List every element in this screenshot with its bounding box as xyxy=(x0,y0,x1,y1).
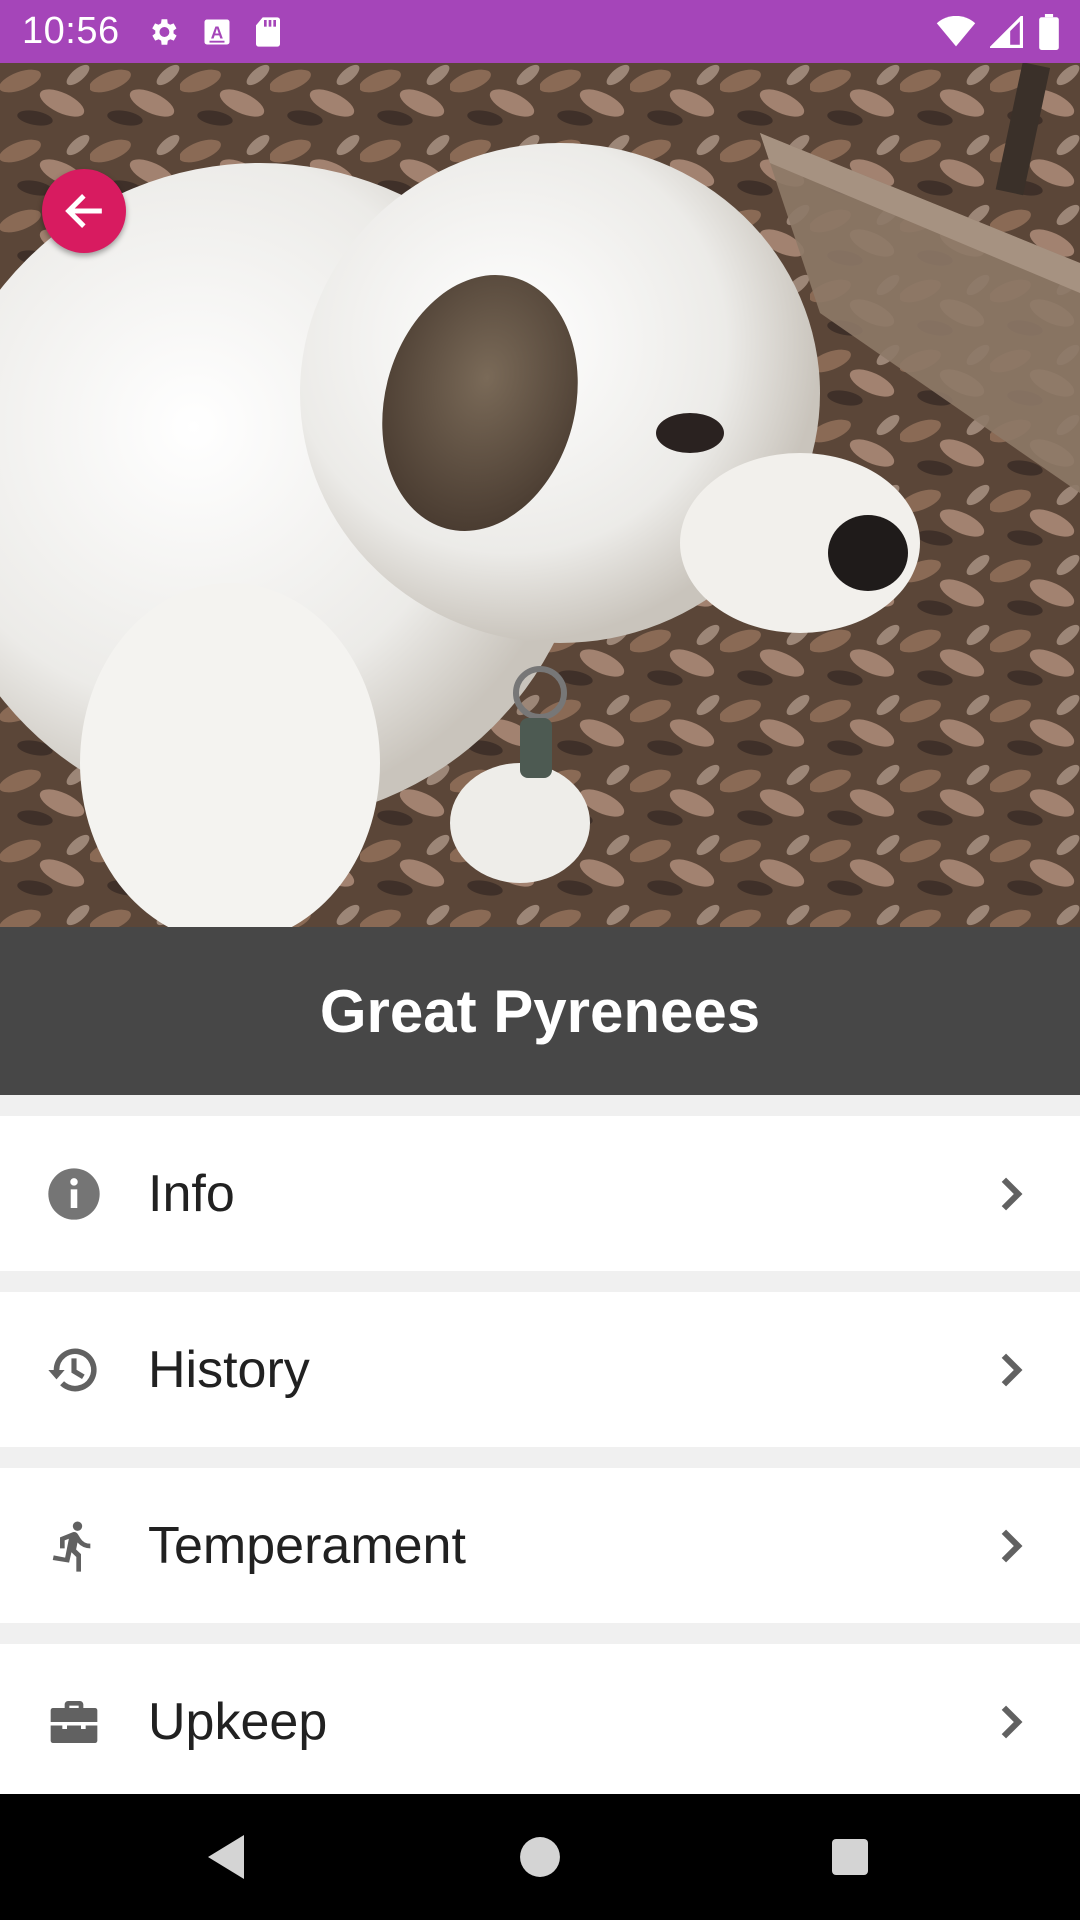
hero-photo xyxy=(0,63,1080,927)
running-person-icon xyxy=(52,1521,91,1572)
cell-signal-icon xyxy=(990,15,1024,48)
chevron-right-icon xyxy=(1001,1529,1023,1562)
menu-item-upkeep[interactable]: Upkeep xyxy=(0,1644,1080,1799)
menu-label-upkeep: Upkeep xyxy=(148,1692,328,1751)
page-title: Great Pyrenees xyxy=(319,977,761,1045)
recents-square-icon xyxy=(832,1839,868,1875)
menu-item-history[interactable]: History xyxy=(0,1292,1080,1447)
battery-icon xyxy=(1038,13,1060,50)
system-nav-bar xyxy=(0,1794,1080,1920)
sd-card-icon xyxy=(254,16,282,48)
back-button[interactable] xyxy=(42,169,126,253)
menu-item-temperament[interactable]: Temperament xyxy=(0,1468,1080,1623)
text-a-icon: A xyxy=(202,17,232,47)
menu-label-info: Info xyxy=(148,1164,235,1223)
chevron-right-icon xyxy=(1001,1705,1023,1738)
gear-icon xyxy=(146,15,180,49)
nav-home-button[interactable] xyxy=(480,1794,600,1920)
title-band: Great Pyrenees xyxy=(0,927,1080,1095)
status-bar: 10:56 A xyxy=(0,0,1080,63)
nav-back-button[interactable] xyxy=(166,1794,286,1920)
chevron-right-icon xyxy=(1001,1177,1023,1210)
wifi-icon xyxy=(936,15,976,48)
menu-item-info[interactable]: Info xyxy=(0,1116,1080,1271)
info-icon xyxy=(48,1167,100,1220)
back-triangle-icon xyxy=(208,1835,244,1879)
puppy-photo xyxy=(0,63,1080,927)
home-circle-icon xyxy=(520,1837,560,1877)
history-icon xyxy=(48,1348,97,1391)
menu-label-history: History xyxy=(148,1340,310,1399)
toolbox-icon xyxy=(50,1700,98,1743)
nav-recents-button[interactable] xyxy=(790,1794,910,1920)
chevron-right-icon xyxy=(1001,1353,1023,1386)
status-time: 10:56 xyxy=(22,10,120,52)
svg-text:A: A xyxy=(210,22,223,42)
menu-label-temperament: Temperament xyxy=(148,1516,466,1575)
arrow-back-icon xyxy=(65,194,102,228)
